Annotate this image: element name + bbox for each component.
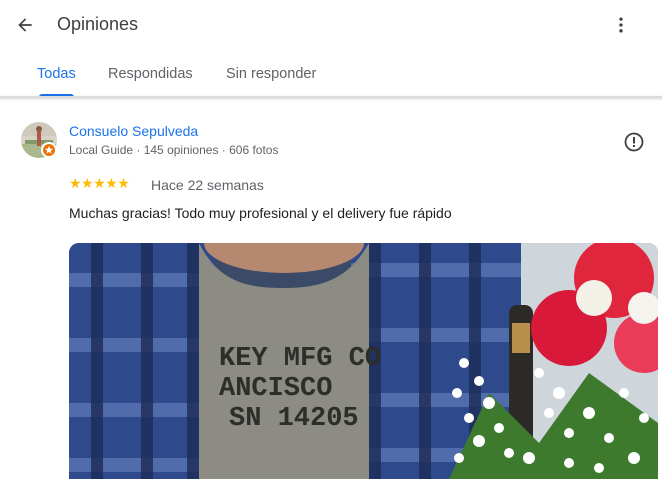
review-author-meta: Local Guide · 145 opiniones · 606 fotos bbox=[69, 143, 279, 157]
tab-todas[interactable]: Todas bbox=[37, 66, 76, 82]
shirt-text-line-3: SN 14205 bbox=[229, 404, 359, 434]
shirt-text-line-1: KEY MFG CO bbox=[219, 344, 381, 374]
app-header: Opiniones bbox=[0, 0, 662, 50]
star-rating: ★★★★★ bbox=[69, 175, 130, 191]
tab-sin-responder[interactable]: Sin responder bbox=[226, 66, 316, 82]
report-icon bbox=[624, 132, 644, 152]
review-filter-tabs: Todas Respondidas Sin responder bbox=[0, 52, 662, 98]
more-vert-icon bbox=[619, 17, 623, 33]
shirt-text-line-2: ANCISCO bbox=[219, 374, 332, 404]
arrow-back-icon bbox=[18, 18, 32, 32]
back-button[interactable] bbox=[12, 12, 38, 38]
page-title: Opiniones bbox=[57, 14, 139, 34]
review-photo-image: KEY MFG CO ANCISCO SN 14205 bbox=[69, 243, 658, 479]
review-card: Consuelo Sepulveda Local Guide · 145 opi… bbox=[0, 98, 662, 479]
more-options-button[interactable] bbox=[608, 12, 634, 38]
review-photo[interactable]: KEY MFG CO ANCISCO SN 14205 bbox=[69, 243, 658, 479]
report-review-button[interactable] bbox=[623, 131, 645, 153]
review-date: Hace 22 semanas bbox=[151, 177, 264, 193]
avatar[interactable] bbox=[21, 122, 57, 158]
review-author-name[interactable]: Consuelo Sepulveda bbox=[69, 123, 198, 139]
tab-respondidas[interactable]: Respondidas bbox=[108, 66, 193, 82]
review-text: Muchas gracias! Todo muy profesional y e… bbox=[69, 205, 452, 221]
local-guide-badge-icon bbox=[41, 142, 57, 158]
